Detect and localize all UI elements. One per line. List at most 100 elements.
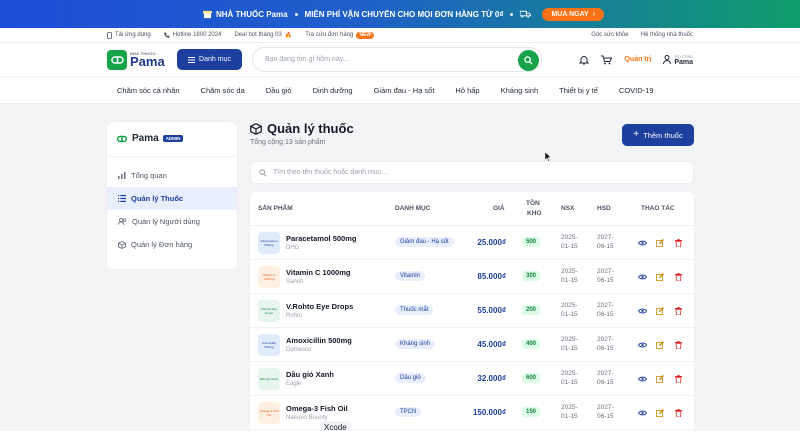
username-label: Pama [674,58,693,66]
deal-hot-link[interactable]: Deal hot tháng 03 🔥 [234,32,292,39]
deal-label: Deal hot tháng 03 [234,32,282,38]
admin-badge: ADMIN [162,135,184,142]
edit-button[interactable] [653,372,667,386]
mfg-date-year: 2025- [561,302,578,309]
product-price: 32.000₫ [477,374,506,383]
download-app-link[interactable]: Tải ứng dụng [107,31,151,39]
download-app-label: Tải ứng dụng [115,32,151,38]
promo-message-label: MIỄN PHÍ VẬN CHUYỂN CHO MỌI ĐƠN HÀNG TỪ … [304,9,504,19]
thumbnail-text: V.Rohto Eye Drops [260,307,278,315]
table-row: Paracetamol 500mg Paracetamol 500mg DHG … [250,226,694,260]
delete-button[interactable] [671,270,685,284]
category-pill: Dầu gió [395,373,426,383]
category-nav-item[interactable]: Thiết bị y tế [559,86,598,95]
product-thumbnail: Dầu gió Xanh [258,368,280,390]
delete-button[interactable] [671,304,685,318]
hotline-link[interactable]: Hotline 1800 2024 [163,32,221,38]
eye-icon [637,308,647,314]
category-nav-item[interactable]: COVID-19 [619,86,654,95]
edit-button[interactable] [653,338,667,352]
delete-button[interactable] [671,406,685,420]
sidebar-item-medicines[interactable]: Quản lý Thuốc [107,187,237,210]
category-nav-item[interactable]: Giảm đau - Hạ sốt [374,86,435,95]
edit-button[interactable] [653,270,667,284]
trash-icon [674,239,682,247]
thumbnail-text: Dầu gió Xanh [259,377,279,381]
health-corner-link[interactable]: Góc sức khỏe [591,32,628,38]
category-nav-item[interactable]: Dinh dưỡng [313,86,353,95]
list-icon [118,195,126,202]
thumbnail-text: Omega-3 Fish Oil [259,409,279,417]
medicine-search-input[interactable]: Tìm theo tên thuốc hoặc danh mục... [250,161,694,184]
mfg-date-year: 2025- [561,336,578,343]
edit-icon [656,341,664,349]
category-nav-item[interactable]: Chăm sóc cá nhân [117,86,180,95]
exp-date-day: 06-15 [597,243,614,250]
order-lookup-link[interactable]: Tra cứu đơn hàng NEW [305,31,375,39]
view-button[interactable] [635,304,649,318]
logo-mark [107,49,127,70]
edit-button[interactable] [653,236,667,250]
phone-icon [107,31,112,39]
edit-button[interactable] [653,304,667,318]
sidebar-item-users[interactable]: Quản lý Người dùng [107,210,237,233]
user-menu[interactable]: Xin Chào Pama [663,54,693,66]
logo[interactable]: NHÀ THUỐC Pama [107,49,173,70]
category-nav-item[interactable]: Kháng sinh [501,86,539,95]
mfg-date-day: 01-15 [561,345,578,352]
page-title: Quản lý thuốc [250,121,354,136]
sidebar-item-label: Quản lý Đơn hàng [131,240,193,249]
product-price: 25.000₫ [477,238,506,247]
category-pill: TPCN [395,407,422,417]
column-exp: HSD [597,205,611,212]
exp-date-year: 2027- [597,234,614,241]
view-button[interactable] [635,270,649,284]
sidebar-item-overview[interactable]: Tổng quan [107,164,237,187]
promo-brand-label: NHÀ THUỐC Pama [215,9,288,19]
search-button[interactable] [518,50,539,71]
table-body: Paracetamol 500mg Paracetamol 500mg DHG … [250,226,694,430]
column-stock-line2: KHO [527,210,542,217]
buy-now-button[interactable]: MUA NGAY › [542,7,605,21]
new-badge: NEW [356,31,375,39]
view-button[interactable] [635,236,649,250]
bell-icon[interactable] [579,55,590,65]
edit-button[interactable] [653,406,667,420]
delete-button[interactable] [671,338,685,352]
stock-badge: 400 [522,339,541,349]
exp-date: 2027- 06-15 [597,233,619,251]
sidebar-item-orders[interactable]: Quản lý Đơn hàng [107,233,237,256]
search-input[interactable]: Bạn đang tìm gì hôm nay... [252,47,542,72]
mfg-date: 2025- 01-15 [561,403,583,421]
cart-icon[interactable] [601,55,613,65]
add-medicine-button[interactable]: + Thêm thuốc [622,124,694,146]
category-nav-item[interactable]: Hô hấp [455,86,479,95]
buy-now-label: MUA NGAY [551,10,589,18]
category-menu-button[interactable]: Danh mục [177,49,242,70]
product-thumbnail: Paracetamol 500mg [258,232,280,254]
sidebar-item-label: Quản lý Thuốc [131,194,184,203]
logo-big-label: Pama [130,54,165,69]
add-medicine-label: Thêm thuốc [643,130,683,140]
users-icon [118,218,127,225]
delete-button[interactable] [671,236,685,250]
trash-icon [674,409,682,417]
table-row: Amoxicillin 500mg Amoxicillin 500mg Dome… [250,328,694,362]
category-nav-item[interactable]: Chăm sóc da [201,86,245,95]
table-header: SẢN PHẨM DANH MỤC GIÁ TỒN KHO NSX HSD TH… [250,192,694,226]
admin-link[interactable]: Quản trị [624,56,651,63]
store-system-link[interactable]: Hệ thống nhà thuốc [641,32,693,38]
mfg-date-year: 2025- [561,404,578,411]
product-name: Vitamin C 1000mg [286,268,351,277]
edit-icon [656,273,664,281]
view-button[interactable] [635,406,649,420]
store-icon [202,10,212,18]
exp-date-year: 2027- [597,370,614,377]
view-button[interactable] [635,338,649,352]
header-actions: Quản trị Xin Chào Pama [579,54,693,66]
view-button[interactable] [635,372,649,386]
category-nav-item[interactable]: Dầu gió [266,86,292,95]
page-subtitle: Tổng cộng 13 sản phẩm [250,139,326,146]
delete-button[interactable] [671,372,685,386]
eye-icon [637,410,647,416]
